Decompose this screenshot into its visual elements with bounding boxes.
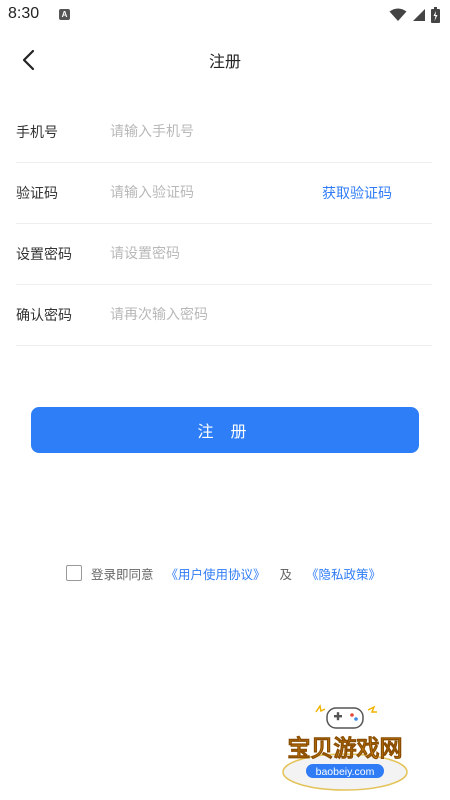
phone-label: 手机号 (16, 125, 58, 141)
privacy-policy-link[interactable]: 《隐私政策》 (306, 564, 381, 583)
signal-icon (413, 9, 425, 21)
code-label: 验证码 (16, 186, 58, 202)
watermark-domain: baobeiy.com (316, 766, 375, 778)
password-input[interactable] (110, 238, 310, 270)
watermark-logo: 宝贝游戏网 baobeiy.com (282, 704, 408, 791)
confirm-password-row: 确认密码 (16, 285, 432, 346)
battery-icon (431, 7, 440, 23)
code-row: 验证码 获取验证码 (16, 163, 432, 224)
status-bar: 8:30 A (0, 0, 450, 30)
agreement-checkbox[interactable] (66, 565, 82, 581)
nav-bar: 注册 (0, 30, 450, 90)
confirm-password-input[interactable] (110, 299, 310, 331)
agreement-prefix: 登录即同意 (91, 566, 154, 582)
notification-icon: A (59, 9, 70, 20)
agreement-and: 及 (279, 566, 293, 582)
agreement: 登录即同意 《用户使用协议》 及 《隐私政策》 (66, 563, 381, 583)
get-code-button[interactable]: 获取验证码 (322, 183, 392, 203)
phone-input[interactable] (110, 116, 310, 148)
watermark-title: 宝贝游戏网 (288, 735, 403, 762)
status-icons (389, 6, 440, 24)
page-title: 注册 (208, 52, 241, 71)
confirm-password-label: 确认密码 (16, 308, 72, 324)
status-time: 8:30 (8, 5, 40, 22)
wifi-icon (389, 8, 407, 21)
register-button[interactable]: 注 册 (31, 407, 419, 453)
user-agreement-link[interactable]: 《用户使用协议》 (166, 564, 266, 583)
password-row: 设置密码 (16, 224, 432, 285)
code-input[interactable] (110, 177, 310, 209)
phone-row: 手机号 (16, 102, 432, 163)
register-form: 手机号 验证码 获取验证码 设置密码 确认密码 (16, 102, 432, 346)
password-label: 设置密码 (16, 247, 72, 263)
gamepad-icon (326, 707, 364, 729)
